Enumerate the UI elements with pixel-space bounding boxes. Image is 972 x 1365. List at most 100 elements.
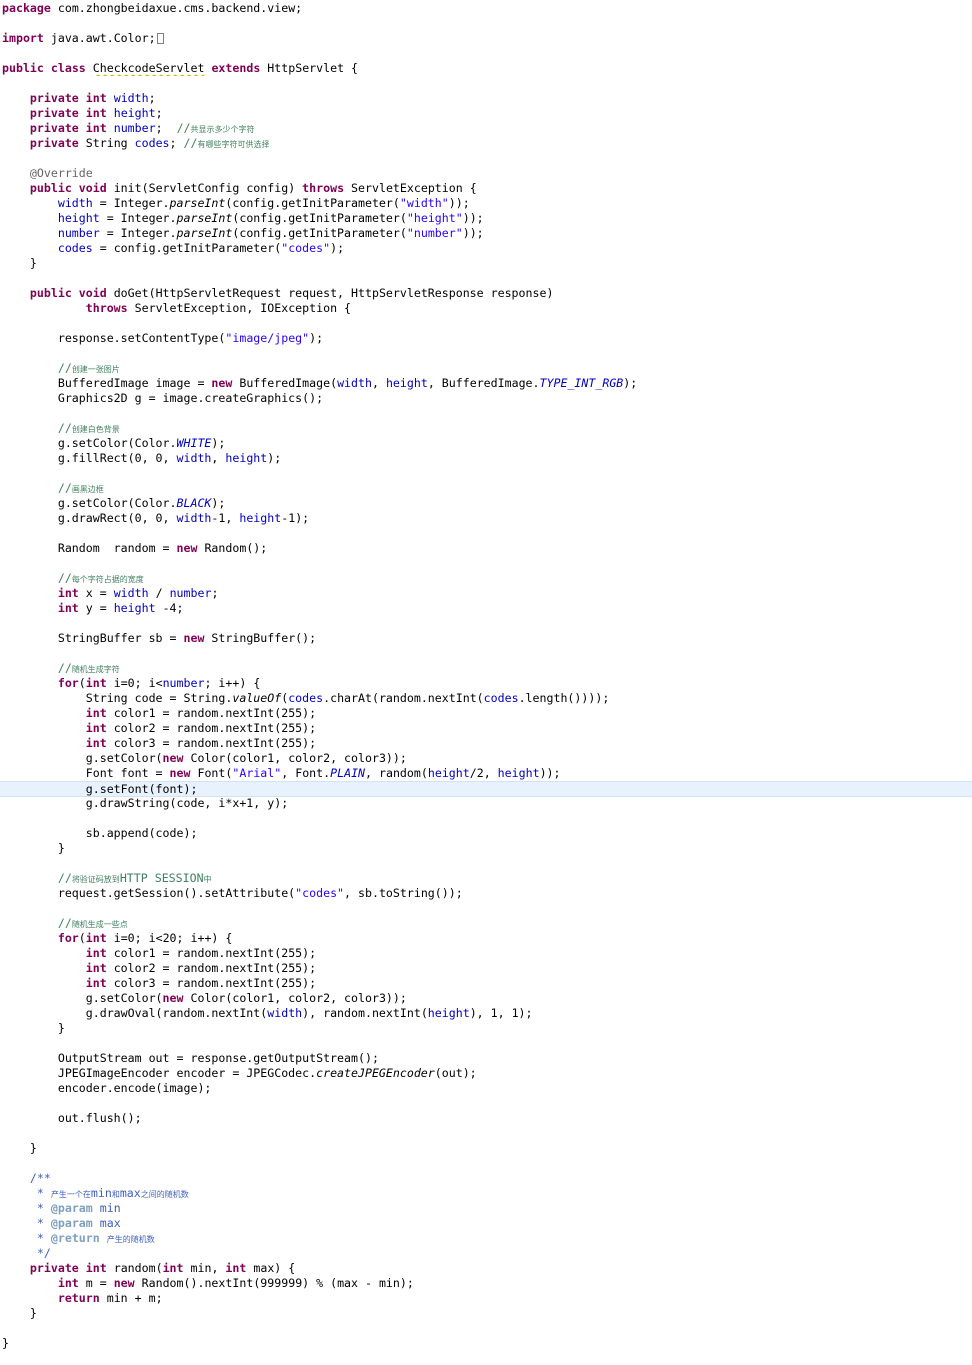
code-line[interactable]: private int width; xyxy=(0,91,972,106)
code-line[interactable]: } xyxy=(0,256,972,271)
code-line[interactable]: //将验证码放到HTTP SESSION中 xyxy=(0,871,972,886)
code-line[interactable]: g.setFont(font); xyxy=(0,781,972,797)
code-line[interactable]: g.drawString(code, i*x+1, y); xyxy=(0,796,972,811)
code-token: ServletException, IOException { xyxy=(127,301,352,315)
code-line[interactable]: codes = config.getInitParameter("codes")… xyxy=(0,241,972,256)
code-line[interactable]: int color2 = random.nextInt(255); xyxy=(0,721,972,736)
code-line[interactable]: request.getSession().setAttribute("codes… xyxy=(0,886,972,901)
code-line[interactable]: out.flush(); xyxy=(0,1111,972,1126)
code-line[interactable]: response.setContentType("image/jpeg"); xyxy=(0,331,972,346)
code-line[interactable]: g.setColor(Color.WHITE); xyxy=(0,436,972,451)
code-line[interactable]: g.drawOval(random.nextInt(width), random… xyxy=(0,1006,972,1021)
import-fold-icon[interactable] xyxy=(156,33,164,44)
code-line[interactable]: g.fillRect(0, 0, width, height); xyxy=(0,451,972,466)
code-line[interactable]: public void doGet(HttpServletRequest req… xyxy=(0,286,972,301)
code-line[interactable]: Graphics2D g = image.createGraphics(); xyxy=(0,391,972,406)
code-line[interactable]: height = Integer.parseInt(config.getInit… xyxy=(0,211,972,226)
code-line[interactable]: Random random = new Random(); xyxy=(0,541,972,556)
code-line[interactable]: BufferedImage image = new BufferedImage(… xyxy=(0,376,972,391)
code-line[interactable] xyxy=(0,406,972,421)
code-line[interactable]: int color2 = random.nextInt(255); xyxy=(0,961,972,976)
code-line[interactable]: } xyxy=(0,1306,972,1321)
code-line[interactable]: width = Integer.parseInt(config.getInitP… xyxy=(0,196,972,211)
code-line[interactable]: g.setColor(Color.BLACK); xyxy=(0,496,972,511)
code-line[interactable]: int x = width / number; xyxy=(0,586,972,601)
code-line[interactable] xyxy=(0,316,972,331)
code-line[interactable]: g.setColor(new Color(color1, color2, col… xyxy=(0,991,972,1006)
code-line[interactable] xyxy=(0,76,972,91)
code-line[interactable]: } xyxy=(0,1141,972,1156)
code-line[interactable] xyxy=(0,271,972,286)
code-line[interactable]: g.drawRect(0, 0, width-1, height-1); xyxy=(0,511,972,526)
code-line[interactable] xyxy=(0,16,972,31)
code-token: height xyxy=(427,1006,470,1020)
code-line[interactable]: //画黑边框 xyxy=(0,481,972,496)
code-line[interactable]: sb.append(code); xyxy=(0,826,972,841)
code-line[interactable]: //随机生成字符 xyxy=(0,661,972,676)
code-line[interactable] xyxy=(0,1036,972,1051)
code-line[interactable] xyxy=(0,46,972,61)
code-token: width xyxy=(113,91,149,105)
code-line[interactable] xyxy=(0,346,972,361)
code-line[interactable] xyxy=(0,466,972,481)
code-line[interactable]: int color1 = random.nextInt(255); xyxy=(0,706,972,721)
code-line[interactable] xyxy=(0,526,972,541)
code-line[interactable]: Font font = new Font("Arial", Font.PLAIN… xyxy=(0,766,972,781)
code-line[interactable]: package com.zhongbeidaxue.cms.backend.vi… xyxy=(0,1,972,16)
code-line[interactable] xyxy=(0,1126,972,1141)
code-line[interactable]: } xyxy=(0,841,972,856)
code-line[interactable] xyxy=(0,556,972,571)
code-line[interactable] xyxy=(0,646,972,661)
code-line[interactable]: private int height; xyxy=(0,106,972,121)
code-line[interactable]: } xyxy=(0,1336,972,1351)
code-line[interactable]: //创建一张图片 xyxy=(0,361,972,376)
code-line[interactable]: return min + m; xyxy=(0,1291,972,1306)
code-editor[interactable]: package com.zhongbeidaxue.cms.backend.vi… xyxy=(0,0,972,1365)
code-line[interactable]: * @param max xyxy=(0,1216,972,1231)
code-line[interactable] xyxy=(0,151,972,166)
code-line[interactable]: JPEGImageEncoder encoder = JPEGCodec.cre… xyxy=(0,1066,972,1081)
code-line[interactable]: String code = String.valueOf(codes.charA… xyxy=(0,691,972,706)
code-line[interactable]: * @return 产生的随机数 xyxy=(0,1231,972,1246)
code-line[interactable] xyxy=(0,1156,972,1171)
code-line[interactable] xyxy=(0,901,972,916)
code-line[interactable] xyxy=(0,811,972,826)
code-line[interactable]: int color1 = random.nextInt(255); xyxy=(0,946,972,961)
code-line[interactable]: for(int i=0; i<20; i++) { xyxy=(0,931,972,946)
code-line[interactable]: throws ServletException, IOException { xyxy=(0,301,972,316)
code-line[interactable]: private int random(int min, int max) { xyxy=(0,1261,972,1276)
code-line[interactable]: private String codes; //有哪些字符可供选择 xyxy=(0,136,972,151)
code-line[interactable]: int y = height -4; xyxy=(0,601,972,616)
code-line[interactable] xyxy=(0,856,972,871)
code-line[interactable]: int color3 = random.nextInt(255); xyxy=(0,976,972,991)
code-token: min xyxy=(90,1186,112,1200)
code-line[interactable]: * 产生一个在min和max之间的随机数 xyxy=(0,1186,972,1201)
code-line[interactable]: OutputStream out = response.getOutputStr… xyxy=(0,1051,972,1066)
code-line[interactable]: /** xyxy=(0,1171,972,1186)
code-line[interactable]: } xyxy=(0,1021,972,1036)
code-line[interactable]: for(int i=0; i<number; i++) { xyxy=(0,676,972,691)
code-line[interactable]: g.setColor(new Color(color1, color2, col… xyxy=(0,751,972,766)
code-line[interactable]: StringBuffer sb = new StringBuffer(); xyxy=(0,631,972,646)
code-line[interactable] xyxy=(0,1096,972,1111)
code-line[interactable]: * @param min xyxy=(0,1201,972,1216)
code-line[interactable]: public void init(ServletConfig config) t… xyxy=(0,181,972,196)
code-line[interactable]: number = Integer.parseInt(config.getInit… xyxy=(0,226,972,241)
code-line[interactable]: */ xyxy=(0,1246,972,1261)
code-line[interactable]: //随机生成一些点 xyxy=(0,916,972,931)
code-line[interactable]: //每个字符占据的宽度 xyxy=(0,571,972,586)
code-line[interactable]: public class CheckcodeServlet extends Ht… xyxy=(0,61,972,76)
code-line[interactable] xyxy=(0,1321,972,1336)
code-line[interactable] xyxy=(0,616,972,631)
code-line[interactable]: int m = new Random().nextInt(999999) % (… xyxy=(0,1276,972,1291)
code-line[interactable]: encoder.encode(image); xyxy=(0,1081,972,1096)
code-line[interactable]: import java.awt.Color; xyxy=(0,31,972,46)
code-line[interactable]: int color3 = random.nextInt(255); xyxy=(0,736,972,751)
code-line[interactable]: private int number; //共显示多少个字符 xyxy=(0,121,972,136)
code-token: 中 xyxy=(203,875,212,884)
code-token: ), random.nextInt( xyxy=(302,1006,428,1020)
code-line[interactable]: @Override xyxy=(0,166,972,181)
code-line[interactable]: //创建白色背景 xyxy=(0,421,972,436)
